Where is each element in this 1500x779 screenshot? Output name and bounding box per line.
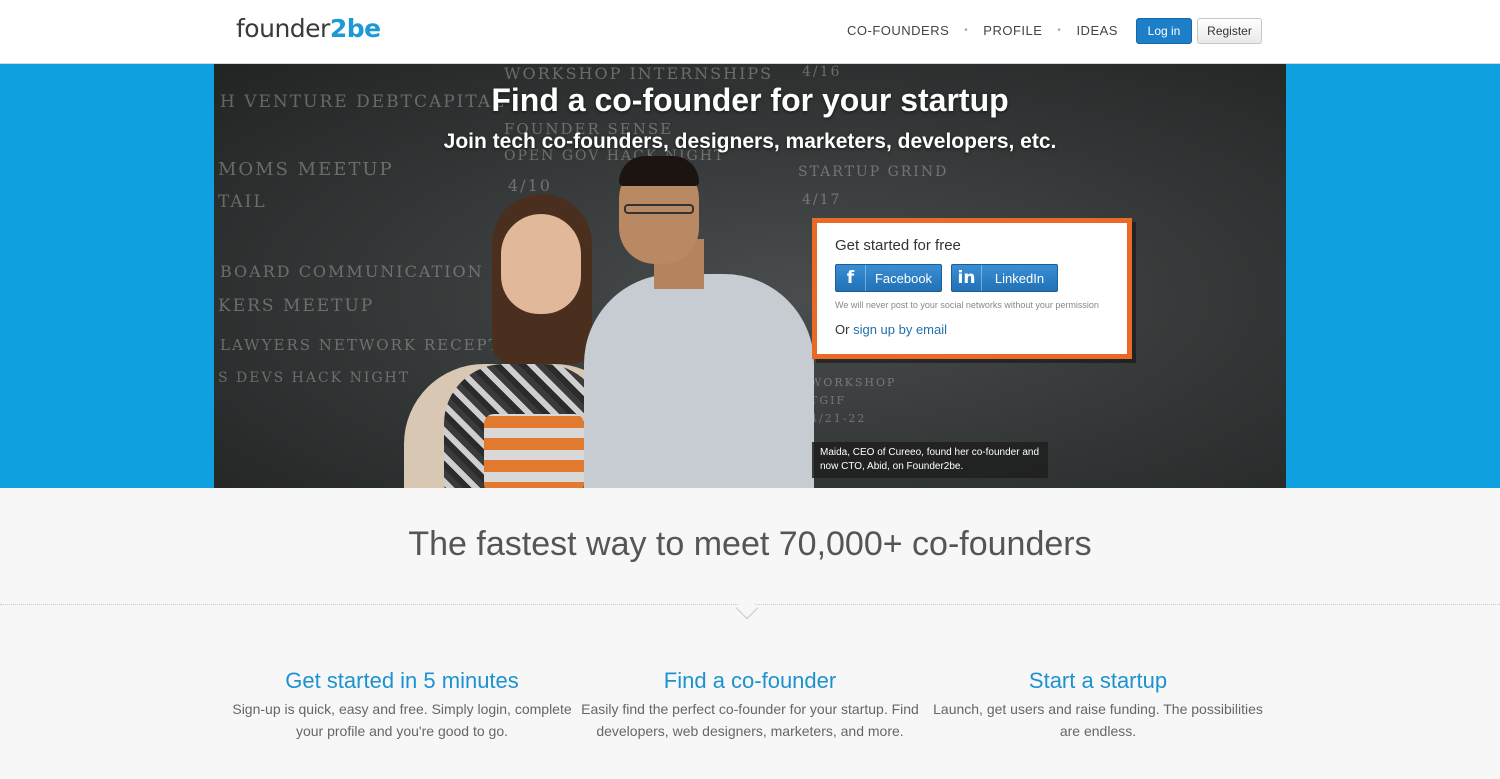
signup-email-prefix: Or xyxy=(835,322,850,337)
person-woman-top xyxy=(484,414,584,488)
facebook-signup-button[interactable]: f Facebook xyxy=(835,264,942,292)
chalk-text: S DEVS HACK NIGHT xyxy=(218,370,411,386)
tagline: The fastest way to meet 70,000+ co-found… xyxy=(408,525,1092,563)
signup-card: Get started for free f Facebook in Linke… xyxy=(812,218,1132,359)
chalk-text: TGIF xyxy=(810,394,847,407)
feature-start-startup: Start a startup Launch, get users and ra… xyxy=(928,668,1268,742)
linkedin-signup-button[interactable]: in LinkedIn xyxy=(951,264,1058,292)
chalk-text: 4/17 xyxy=(802,192,842,208)
top-bar: founder2be CO-FOUNDERS • PROFILE • IDEAS… xyxy=(0,0,1500,64)
linkedin-icon: in xyxy=(952,265,982,291)
chalk-text: STARTUP GRIND xyxy=(798,164,949,180)
nav-profile[interactable]: PROFILE xyxy=(983,23,1042,38)
nav-separator: • xyxy=(964,25,969,36)
signup-email-row: Or sign up by email xyxy=(835,322,1109,337)
feature-title: Get started in 5 minutes xyxy=(285,668,519,693)
chalk-text: MOMS MEETUP xyxy=(218,159,394,180)
feature-text: Easily find the perfect co-founder for y… xyxy=(581,701,919,739)
person-woman-face xyxy=(501,214,581,314)
chalk-text: BOARD COMMUNICATION xyxy=(220,262,484,281)
linkedin-label: LinkedIn xyxy=(994,270,1045,286)
hero-caption: Maida, CEO of Cureeo, found her co-found… xyxy=(812,442,1048,478)
person-man-body xyxy=(584,274,814,488)
feature-text: Sign-up is quick, easy and free. Simply … xyxy=(232,701,572,739)
chalk-text: LAWYERS NETWORK RECEPT xyxy=(220,336,501,354)
feature-title: Start a startup xyxy=(1028,668,1168,693)
nav-separator: • xyxy=(1057,25,1062,36)
facebook-icon: f xyxy=(836,265,866,291)
social-buttons: f Facebook in LinkedIn xyxy=(835,264,1109,292)
signup-privacy-note: We will never post to your social networ… xyxy=(835,300,1099,310)
chalk-text: KERS MEETUP xyxy=(218,296,375,316)
feature-get-started: Get started in 5 minutes Sign-up is quic… xyxy=(232,668,572,742)
logo[interactable]: founder2be xyxy=(236,14,381,43)
hero-title: Find a co-founder for your startup xyxy=(491,82,1009,118)
signup-title: Get started for free xyxy=(835,237,961,254)
chalk-text: 4/16 xyxy=(802,64,842,80)
logo-main: founder xyxy=(236,14,330,43)
chalk-text: TAIL xyxy=(218,192,267,212)
hero-subtitle: Join tech co-founders, designers, market… xyxy=(443,130,1057,153)
nav-ideas[interactable]: IDEAS xyxy=(1076,23,1118,38)
person-man-hair xyxy=(619,156,699,186)
logo-accent: 2be xyxy=(329,14,381,43)
chalk-text: 4/21-22 xyxy=(810,412,867,425)
chalk-text: WORKSHOP xyxy=(810,376,897,389)
person-man-glasses xyxy=(624,204,694,214)
chalk-text: 4/10 xyxy=(508,176,552,195)
feature-find-cofounder: Find a co-founder Easily find the perfec… xyxy=(580,668,920,742)
facebook-label: Facebook xyxy=(874,270,933,286)
register-button[interactable]: Register xyxy=(1197,18,1262,44)
signup-email-link[interactable]: sign up by email xyxy=(853,322,947,337)
feature-text: Launch, get users and raise funding. The… xyxy=(933,701,1263,739)
feature-title: Find a co-founder xyxy=(663,668,837,693)
nav-co-founders[interactable]: CO-FOUNDERS xyxy=(847,23,949,38)
chalk-text: WORKSHOP INTERNSHIPS xyxy=(504,64,774,83)
main-nav: CO-FOUNDERS • PROFILE • IDEAS xyxy=(847,23,1118,38)
login-button[interactable]: Log in xyxy=(1136,18,1192,44)
divider-notch xyxy=(735,596,759,620)
